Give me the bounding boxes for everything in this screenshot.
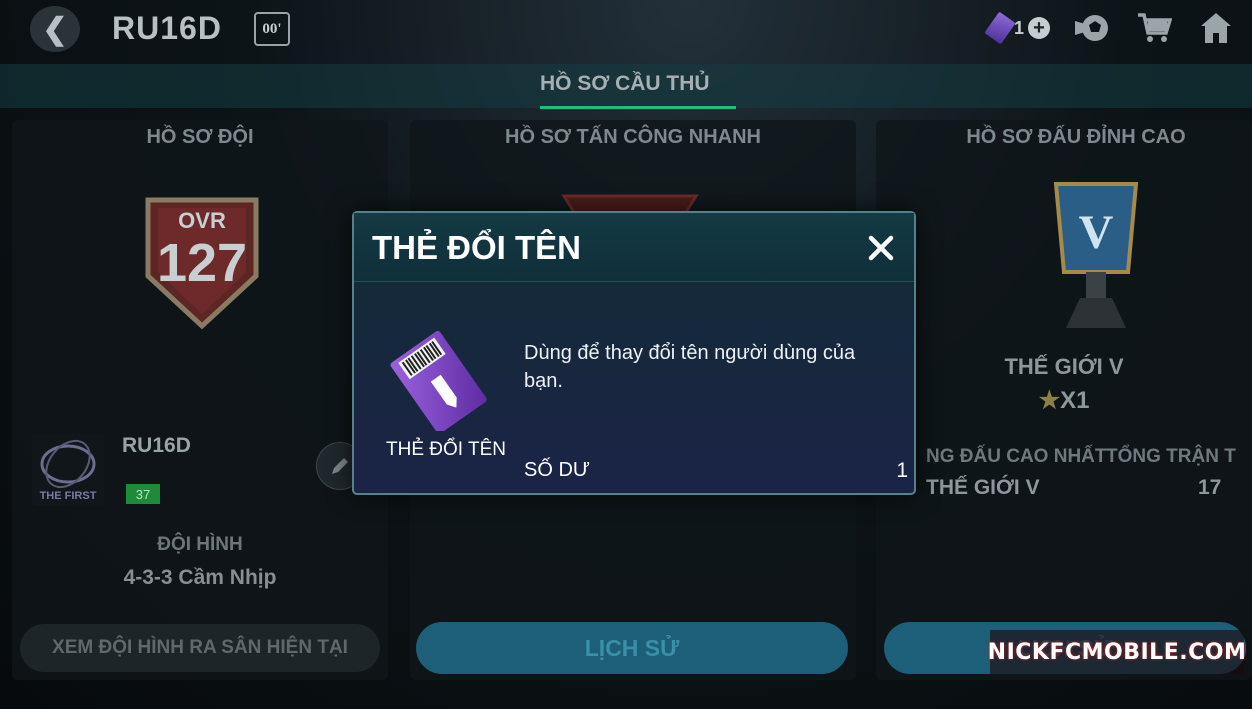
rename-ticket-icon <box>384 321 504 434</box>
rename-ticket-icon <box>984 11 1016 45</box>
active-tab-indicator <box>540 106 736 109</box>
team-logo: THE FIRST <box>32 434 104 506</box>
team-name: RU16D <box>122 434 191 457</box>
view-lineup-button[interactable]: XEM ĐỘI HÌNH RA SÂN HIỆN TẠI <box>20 624 380 672</box>
country-badge: 00' <box>254 12 290 46</box>
item-description: Dùng để thay đổi tên người dùng của bạn. <box>524 342 856 392</box>
ovr-shield-badge: OVR 127 <box>132 192 272 332</box>
ticket-count: 1 <box>1013 17 1024 38</box>
balance-value: 1 <box>896 459 908 482</box>
level-badge: 37 <box>126 484 160 504</box>
rename-card-modal: THẺ ĐỔI TÊN THẺ ĐỔI TÊN Dùng để thay đổi… <box>352 211 916 495</box>
tab-player-profile[interactable]: HỒ SƠ CẦU THỦ <box>540 72 710 96</box>
star-count: ★X1 <box>1038 387 1090 414</box>
top-right-controls: 1 + <box>984 8 1236 48</box>
cart-icon[interactable] <box>1134 8 1174 48</box>
balance-label: SỐ DƯ <box>524 459 590 481</box>
team-profile-panel: HỒ SƠ ĐỘI OVR 127 THE FIRST RU16D 37 ĐỘI… <box>12 120 388 680</box>
plus-icon[interactable]: + <box>1028 17 1050 39</box>
ovr-label: OVR <box>178 208 226 233</box>
tab-bar: HỒ SƠ CẦU THỦ <box>0 64 1252 109</box>
world-tier-name: THẾ GIỚI V <box>1004 354 1124 379</box>
ovr-value: 127 <box>156 233 248 293</box>
top-match-profile-panel: HỒ SƠ ĐẤU ĐỈNH CAO V THẾ GIỚI V ★X1 NG Đ… <box>876 120 1252 680</box>
close-button[interactable] <box>864 231 898 265</box>
football-icon[interactable] <box>1072 8 1112 48</box>
trophy-emblem: V <box>1036 178 1156 338</box>
pencil-icon <box>332 458 348 474</box>
highest-tier-value: THẾ GIỚI V <box>926 476 1040 499</box>
team-logo-text: THE FIRST <box>39 490 97 502</box>
panel-title: HỒ SƠ TẤN CÔNG NHANH <box>505 126 761 148</box>
history-button[interactable]: LỊCH SỬ <box>416 622 848 674</box>
total-matches-label: TỔNG TRẬN T <box>1106 446 1236 467</box>
star-icon: ★ <box>1038 387 1061 414</box>
formation-value: 4-3-3 Cầm Nhịp <box>123 566 277 589</box>
modal-header: THẺ ĐỔI TÊN <box>354 213 914 282</box>
back-arrow-icon: ❮ <box>42 12 68 46</box>
back-button[interactable]: ❮ <box>30 6 80 52</box>
modal-title: THẺ ĐỔI TÊN <box>372 229 582 266</box>
formation-label: ĐỘI HÌNH <box>157 534 243 555</box>
highest-tier-label: NG ĐẤU CAO NHẤT <box>926 446 1107 467</box>
close-icon <box>868 235 894 261</box>
watermark: NICKFCMOBILE.COM <box>988 630 1246 674</box>
svg-text:V: V <box>1079 206 1114 259</box>
item-name: THẺ ĐỔI TÊN <box>386 439 506 460</box>
top-bar: ❮ RU16D 00' 1 + <box>0 0 1252 60</box>
panel-title: HỒ SƠ ĐỘI <box>146 126 254 148</box>
total-matches-value: 17 <box>1198 476 1222 499</box>
player-name: RU16D <box>112 10 222 46</box>
rename-ticket-counter[interactable]: 1 + <box>984 11 1050 45</box>
home-icon[interactable] <box>1196 8 1236 48</box>
panel-title: HỒ SƠ ĐẤU ĐỈNH CAO <box>966 126 1186 148</box>
